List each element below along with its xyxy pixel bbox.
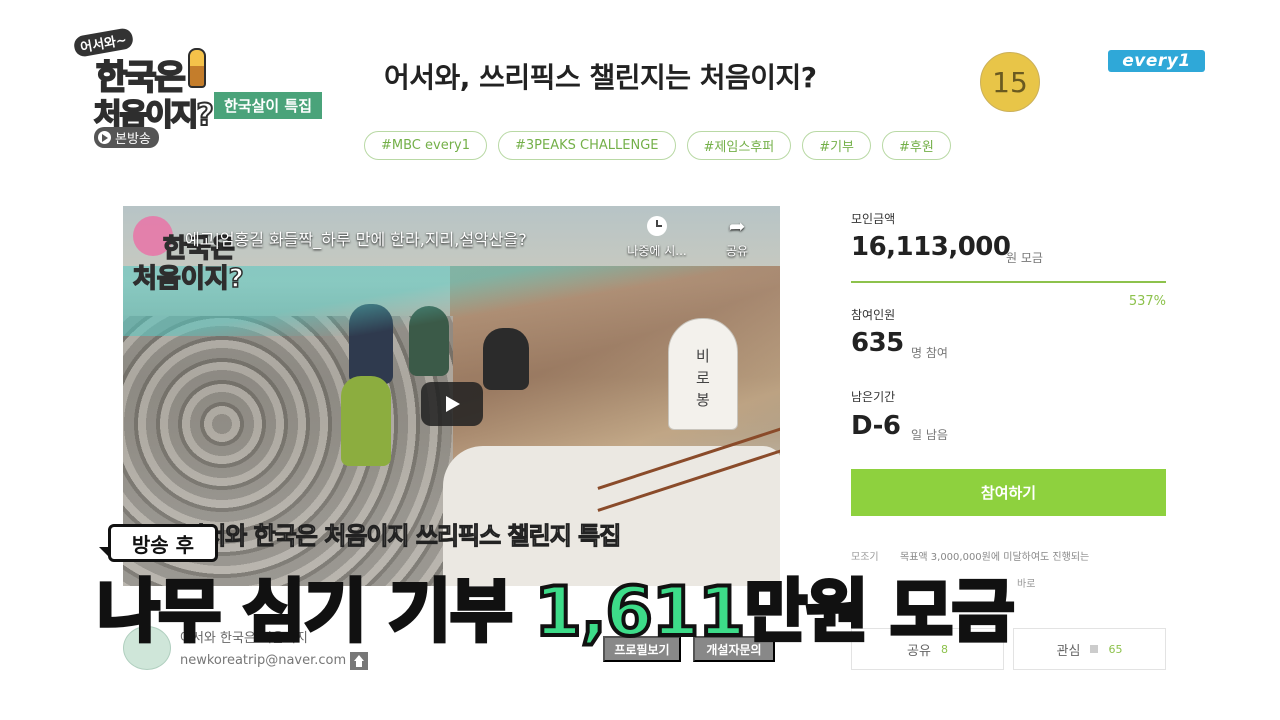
hashtag-3peaks[interactable]: #3PEAKS CHALLENGE: [498, 131, 676, 160]
like-label: 관심: [1056, 643, 1081, 659]
hashtag-list: #MBC every1 #3PEAKS CHALLENGE #제임스후퍼 #기부…: [364, 131, 951, 160]
notice-text-2: 바로: [1017, 579, 1036, 590]
episode-badge: 15: [980, 52, 1040, 112]
like-count: 65: [1108, 642, 1123, 656]
funding-progress-fill: [851, 281, 1166, 283]
share-video-label: 공유: [725, 244, 749, 258]
share-video-button[interactable]: ➦ 공유: [707, 216, 767, 259]
hashtag-james-hooper[interactable]: #제임스후퍼: [686, 131, 792, 160]
hashtag-mbc-every1[interactable]: #MBC every1: [364, 131, 488, 160]
video-player[interactable]: 비로봉 한국은 처음이지? 예고|엄홍길 화들짝_하루 만에 한라,지리,설악산…: [123, 206, 780, 586]
remaining-label: 남은기간: [851, 390, 896, 404]
video-corner-logo-line2: 처음이지?: [132, 263, 244, 295]
onair-badge[interactable]: 본방송: [94, 127, 159, 148]
summit-stone-text: 비로봉: [696, 347, 710, 409]
remaining-unit: 일 남음: [911, 428, 948, 442]
page-title: 어서와, 쓰리픽스 챌린지는 처음이지?: [384, 61, 817, 94]
channel-logo: every1: [1108, 50, 1205, 72]
clock-icon: [647, 216, 667, 236]
join-button[interactable]: 참여하기: [851, 469, 1166, 516]
organizer-email: newkoreatrip@naver.com: [180, 653, 347, 668]
watch-later-button[interactable]: 나중에 시...: [627, 216, 687, 259]
caption-highlight: 1,611만원 모금: [532, 571, 1016, 654]
remaining-value: D-6: [851, 411, 901, 441]
share-arrow-icon: ➦: [728, 214, 746, 238]
funding-progress-percent: 537%: [1128, 294, 1166, 309]
participants-value: 635: [851, 328, 904, 358]
onair-label: 본방송: [115, 132, 151, 147]
heart-icon: [1090, 645, 1099, 653]
amount-label: 모인금액: [851, 212, 896, 226]
hiker: [341, 376, 391, 466]
watch-later-label: 나중에 시...: [627, 244, 687, 258]
hashtag-sponsorship[interactable]: #후원: [882, 131, 951, 160]
participants-label: 참여인원: [851, 308, 896, 322]
hiker: [483, 328, 529, 390]
play-button[interactable]: [421, 382, 483, 426]
participants-unit: 명 참여: [911, 346, 948, 360]
hashtag-donation[interactable]: #기부: [802, 131, 872, 160]
amount-value: 16,113,000: [851, 232, 1011, 262]
video-title[interactable]: 예고|엄홍길 화들짝_하루 만에 한라,지리,설악산을?: [185, 226, 527, 250]
caption-main: 나무 심기 기부: [95, 571, 515, 654]
amount-unit: 원 모금: [1006, 251, 1043, 265]
like-button[interactable]: 관심 65: [1013, 628, 1166, 670]
broadcast-caption: 나무 심기 기부 1,611만원 모금: [95, 556, 1016, 655]
special-tag: 한국살이 특집: [214, 92, 323, 119]
mascot-icon: [188, 48, 206, 88]
video-subtitle: 어서와 한국은 처음이지 쓰리픽스 챌린지 특집: [182, 522, 621, 551]
play-icon: [98, 131, 111, 144]
funding-progress-bar: [851, 281, 1166, 283]
